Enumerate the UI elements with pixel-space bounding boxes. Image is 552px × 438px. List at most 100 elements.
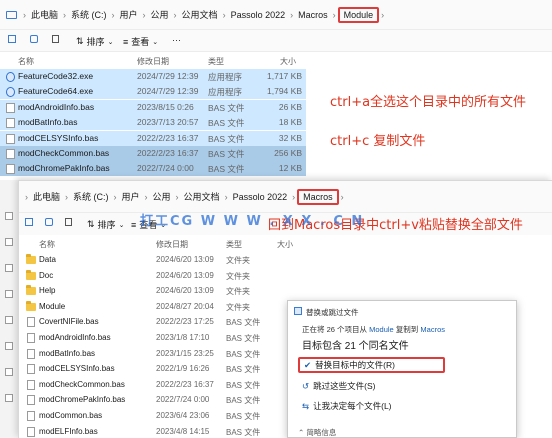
folder-icon[interactable]	[5, 264, 13, 272]
breadcrumb-this-pc[interactable]: 此电脑	[28, 8, 61, 21]
sort-button[interactable]: ⇅ 排序 ⌄	[76, 35, 113, 48]
folder-icon	[26, 269, 36, 280]
sort-icon: ⇅	[87, 219, 95, 229]
folder-row[interactable]: Data 2024/6/20 13:09 文件夹	[19, 253, 289, 269]
breadcrumb-macros[interactable]: Macros	[295, 10, 331, 20]
share-icon[interactable]	[45, 218, 53, 226]
file-size: 1,794 KB	[267, 86, 302, 97]
folder-icon[interactable]	[5, 316, 13, 324]
breadcrumb-module[interactable]: Module	[337, 6, 380, 23]
replace-files-option[interactable]: ✔ 替换目标中的文件(R)	[298, 357, 445, 373]
file-row[interactable]: FeatureCode64.exe 2024/7/29 12:39 应用程序 1,79…	[0, 84, 306, 100]
folder-row[interactable]: Help 2024/6/20 13:09 文件夹	[19, 284, 289, 300]
breadcrumb-public-docs[interactable]: 公用文档	[179, 8, 221, 21]
file-row[interactable]: modCELSYSInfo.bas 2022/2/23 16:37 BAS 文件 32…	[0, 130, 306, 146]
folder-icon[interactable]	[5, 238, 13, 246]
file-size: 256 KB	[274, 148, 302, 158]
column-size[interactable]: 大小	[277, 239, 293, 250]
column-name[interactable]: 名称	[39, 239, 55, 250]
file-icon	[6, 133, 15, 144]
breadcrumb-macros[interactable]: Macros	[297, 188, 339, 205]
file-icon	[27, 333, 35, 343]
file-row[interactable]: modELFInfo.bas 2023/4/8 14:15 BAS 文件	[19, 425, 289, 438]
folder-icon[interactable]	[5, 290, 13, 298]
chevron-right-icon: ›	[173, 9, 177, 20]
breadcrumb-public[interactable]: 公用	[150, 190, 174, 203]
chevron-right-icon: ›	[290, 9, 294, 20]
file-type: BAS 文件	[226, 396, 261, 406]
delete-icon[interactable]	[65, 218, 72, 226]
breadcrumb-this-pc[interactable]: 此电脑	[30, 190, 63, 203]
back-address-bar[interactable]: › 此电脑 › 系统 (C:) › 用户 › 公用 › 公用文档 › Passo…	[0, 0, 552, 30]
file-type: 应用程序	[208, 72, 243, 82]
breadcrumb-drive-c[interactable]: 系统 (C:)	[70, 190, 112, 203]
share-icon[interactable]	[30, 35, 38, 43]
folder-icon	[26, 285, 36, 296]
file-type: BAS 文件	[226, 318, 261, 328]
breadcrumb-public[interactable]: 公用	[148, 8, 172, 21]
breadcrumb-passolo[interactable]: Passolo 2022	[228, 10, 289, 20]
file-row[interactable]: modBatInfo.bas 2023/1/15 23:25 BAS 文件	[19, 347, 289, 363]
view-icon: ≡	[123, 36, 129, 47]
file-icon	[6, 149, 15, 159]
file-date: 2022/2/23 16:37	[156, 379, 214, 389]
chevron-right-icon: ›	[222, 9, 226, 20]
column-date[interactable]: 修改日期	[156, 239, 188, 250]
file-type: BAS 文件	[226, 412, 261, 421]
file-date: 2024/6/20 13:09	[156, 286, 214, 296]
breadcrumb-users[interactable]: 用户	[119, 190, 143, 203]
status-source-link[interactable]: Module	[369, 325, 394, 334]
folder-row[interactable]: Module 2024/8/27 20:04 文件夹	[19, 300, 289, 316]
view-button[interactable]: ≡ 查看 ⌄	[123, 35, 158, 48]
more-button[interactable]: ···	[172, 35, 181, 45]
new-icon[interactable]	[25, 218, 33, 226]
folder-icon[interactable]	[5, 368, 13, 376]
file-name: modELFInfo.bas	[39, 426, 98, 436]
file-row[interactable]: modChromePakInfo.bas 2022/7/24 0:00 BAS 文件	[19, 393, 289, 409]
details-toggle[interactable]: ⌃ 简略信息	[298, 427, 336, 438]
column-type[interactable]: 类型	[208, 56, 224, 67]
delete-icon[interactable]	[52, 35, 59, 43]
details-label: 简略信息	[306, 428, 337, 437]
column-size[interactable]: 大小	[280, 56, 296, 67]
status-dest-link[interactable]: Macros	[420, 325, 445, 334]
file-row[interactable]: modCheckCommon.bas 2022/2/23 16:37 BAS 文件 2…	[0, 146, 306, 161]
skip-files-label: 跳过这些文件(S)	[313, 381, 376, 391]
file-row[interactable]: modChromePakInfo.bas 2022/7/24 0:00 BAS 文件…	[0, 161, 306, 177]
new-icon[interactable]	[8, 35, 16, 43]
file-row[interactable]: modAndroidInfo.bas 2023/8/15 0:26 BAS 文件 26…	[0, 99, 306, 115]
breadcrumb-passolo[interactable]: Passolo 2022	[230, 192, 291, 202]
decide-each-option[interactable]: ⇆ 让我决定每个文件(L)	[298, 398, 441, 414]
folder-icon	[26, 300, 36, 311]
file-row[interactable]: modCELSYSInfo.bas 2022/1/9 16:26 BAS 文件	[19, 362, 289, 378]
file-row[interactable]: modCheckCommon.bas 2022/2/23 16:37 BAS 文件	[19, 378, 289, 394]
file-date: 2022/7/24 0:00	[137, 163, 194, 174]
column-date[interactable]: 修改日期	[137, 56, 169, 67]
breadcrumb-users[interactable]: 用户	[117, 8, 141, 21]
sort-button[interactable]: ⇅ 排序 ⌄	[87, 218, 124, 231]
computer-icon	[6, 10, 17, 19]
file-type: BAS 文件	[226, 427, 261, 437]
front-address-bar[interactable]: › 此电脑 › 系统 (C:) › 用户 › 公用 › 公用文档 › Passo…	[19, 181, 552, 213]
app-icon	[6, 72, 15, 82]
file-date: 2022/1/9 16:26	[156, 364, 210, 374]
file-row[interactable]: modAndroidInfo.bas 2023/1/8 17:10 BAS 文件	[19, 331, 289, 347]
view-icon: ≡	[131, 219, 137, 230]
file-row[interactable]: CovertNIFile.bas 2022/2/23 17:25 BAS 文件	[19, 315, 289, 331]
column-type[interactable]: 类型	[226, 239, 242, 250]
column-name[interactable]: 名称	[18, 56, 34, 67]
file-row[interactable]: modCommon.bas 2023/6/4 23:06 BAS 文件	[19, 409, 289, 425]
file-row[interactable]: FeatureCode32.exe 2024/7/29 12:39 应用程序 1,71…	[0, 69, 306, 84]
breadcrumb-drive-c[interactable]: 系统 (C:)	[68, 8, 110, 21]
pin-icon[interactable]	[5, 212, 13, 220]
file-name: modCELSYSInfo.bas	[39, 364, 115, 374]
chevron-right-icon: ›	[23, 9, 26, 20]
folder-icon[interactable]	[5, 342, 13, 350]
folder-icon[interactable]	[5, 394, 13, 402]
sort-icon: ⇅	[76, 36, 84, 46]
folder-row[interactable]: Doc 2024/6/20 13:09 文件夹	[19, 269, 289, 285]
chevron-right-icon: ›	[111, 9, 115, 20]
file-row[interactable]: modBatInfo.bas 2023/7/13 20:57 BAS 文件 18 KB	[0, 115, 306, 131]
breadcrumb-public-docs[interactable]: 公用文档	[181, 190, 223, 203]
skip-files-option[interactable]: ↺ 跳过这些文件(S)	[298, 378, 441, 394]
